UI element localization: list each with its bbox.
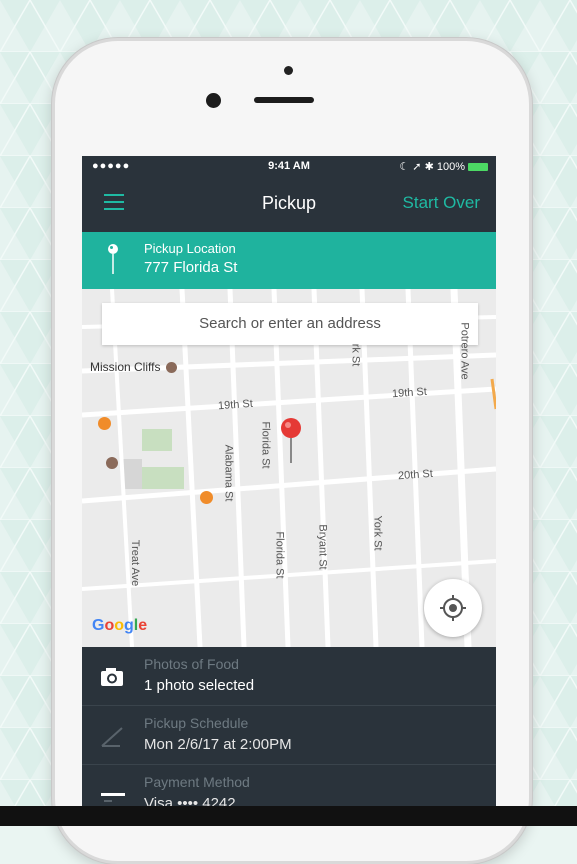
front-camera (206, 93, 221, 108)
google-logo: Google (92, 617, 148, 634)
payment-method-row[interactable]: Payment Method Visa •••• 4242 (82, 765, 496, 806)
status-right-text: ☾ ➚ ✱ 100% (399, 161, 465, 173)
earpiece-speaker (254, 97, 314, 103)
street-label: Alabama St (222, 444, 235, 502)
navigation-bar: Pickup Start Over (82, 176, 496, 232)
crosshair-icon (440, 595, 466, 621)
poi-icon (106, 457, 118, 469)
street-label: 19th St (217, 397, 254, 413)
street-label: Treat Ave (129, 539, 142, 587)
street-label: Potrero Ave (458, 322, 471, 380)
map-pin-icon (108, 244, 118, 274)
row-value: 1 photo selected (144, 677, 255, 694)
photos-of-food-row[interactable]: Photos of Food 1 photo selected (82, 647, 496, 706)
pickup-location-label: Pickup Location (144, 241, 236, 256)
street-label: York St (371, 515, 384, 551)
restaurant-icon (98, 417, 111, 430)
street-label: 19th St (391, 385, 428, 401)
street-label: rk St (349, 343, 362, 367)
status-bar: ●●●●● 9:41 AM ☾ ➚ ✱ 100% (82, 156, 496, 176)
camera-icon (101, 668, 123, 686)
restaurant-icon (200, 491, 213, 504)
bottom-bar (0, 806, 577, 826)
row-value: Visa •••• 4242 (144, 795, 236, 806)
battery-icon (468, 163, 488, 172)
street-label: Bryant St (316, 524, 329, 570)
pickup-schedule-row[interactable]: Pickup Schedule Mon 2/6/17 at 2:00PM (82, 706, 496, 765)
status-indicators: ☾ ➚ ✱ 100% (399, 160, 488, 173)
poi-icon (165, 362, 177, 374)
proximity-sensor (284, 66, 293, 75)
start-over-button[interactable]: Start Over (403, 193, 480, 213)
address-search-input[interactable]: Search or enter an address (102, 303, 478, 345)
street-label: 20th St (397, 467, 434, 483)
row-label: Payment Method (144, 774, 250, 790)
app-screen: ●●●●● 9:41 AM ☾ ➚ ✱ 100% Pickup Start Ov… (82, 156, 496, 806)
pickup-location-bar[interactable]: Pickup Location 777 Florida St (82, 232, 496, 289)
street-label: Florida St (259, 421, 272, 469)
row-value: Mon 2/6/17 at 2:00PM (144, 736, 292, 753)
row-label: Pickup Schedule (144, 715, 249, 731)
my-location-button[interactable] (424, 579, 482, 637)
street-label: Florida St (273, 531, 286, 579)
pencil-icon (101, 727, 123, 747)
location-pin-icon[interactable] (280, 417, 302, 465)
credit-card-icon (101, 793, 125, 802)
map-view[interactable]: Search or enter an address Mission Cliff… (82, 289, 496, 647)
row-label: Photos of Food (144, 656, 239, 672)
order-details-list: Photos of Food 1 photo selected Pickup S… (82, 647, 496, 806)
poi-name: Mission Cliffs (90, 360, 161, 374)
pickup-location-value: 777 Florida St (144, 259, 238, 276)
poi-label: Mission Cliffs (90, 360, 177, 374)
